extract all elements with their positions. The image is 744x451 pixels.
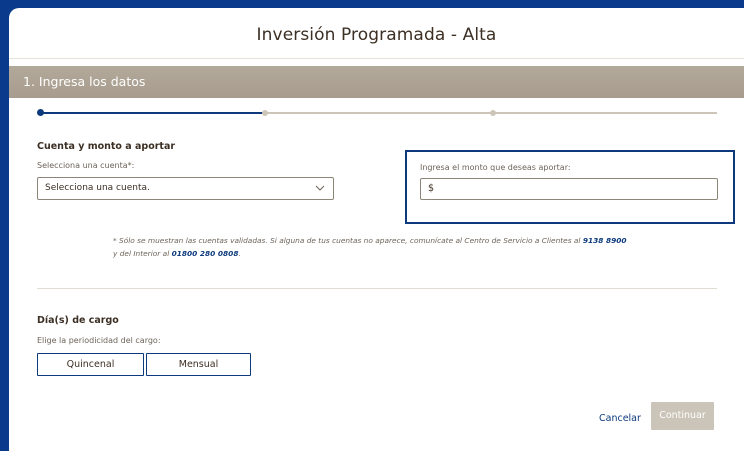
cancel-link[interactable]: Cancelar (599, 413, 641, 424)
amount-label: Ingresa el monto que deseas aportar: (420, 163, 571, 172)
phone-link-1[interactable]: 9138 8900 (583, 236, 627, 245)
charge-days-heading: Día(s) de cargo (37, 315, 119, 326)
continue-button[interactable]: Continuar (651, 402, 714, 430)
step-2-dot (262, 110, 268, 116)
option-quincenal-button[interactable]: Quincenal (37, 353, 144, 376)
note-line-2: y del Interior al 01800 280 0808. (113, 249, 241, 258)
title-divider (9, 58, 744, 59)
account-select-label: Selecciona una cuenta*: (37, 161, 135, 170)
dialog-card: Inversión Programada - Alta 1. Ingresa l… (9, 8, 744, 451)
section-divider (37, 288, 717, 289)
account-heading: Cuenta y monto a aportar (37, 141, 176, 152)
charge-period-label: Elige la periodicidad del cargo: (37, 336, 161, 345)
stepper-line-completed (41, 112, 263, 114)
progress-stepper (37, 108, 717, 118)
page-title: Inversión Programada - Alta (256, 25, 497, 45)
account-select[interactable]: Selecciona una cuenta. (37, 177, 334, 200)
option-mensual-button[interactable]: Mensual (146, 353, 251, 376)
note-line-1: * Sólo se muestran las cuentas validadas… (113, 236, 627, 245)
amount-input[interactable]: $ (420, 178, 718, 200)
section-header: 1. Ingresa los datos (9, 66, 744, 98)
step-3-dot (490, 110, 496, 116)
accounts-note: * Sólo se muestran las cuentas validadas… (113, 234, 673, 260)
account-select-value: Selecciona una cuenta. (45, 183, 150, 193)
chevron-down-icon (315, 185, 325, 191)
step-1-dot (37, 109, 44, 116)
phone-link-2[interactable]: 01800 280 0808 (172, 249, 239, 258)
